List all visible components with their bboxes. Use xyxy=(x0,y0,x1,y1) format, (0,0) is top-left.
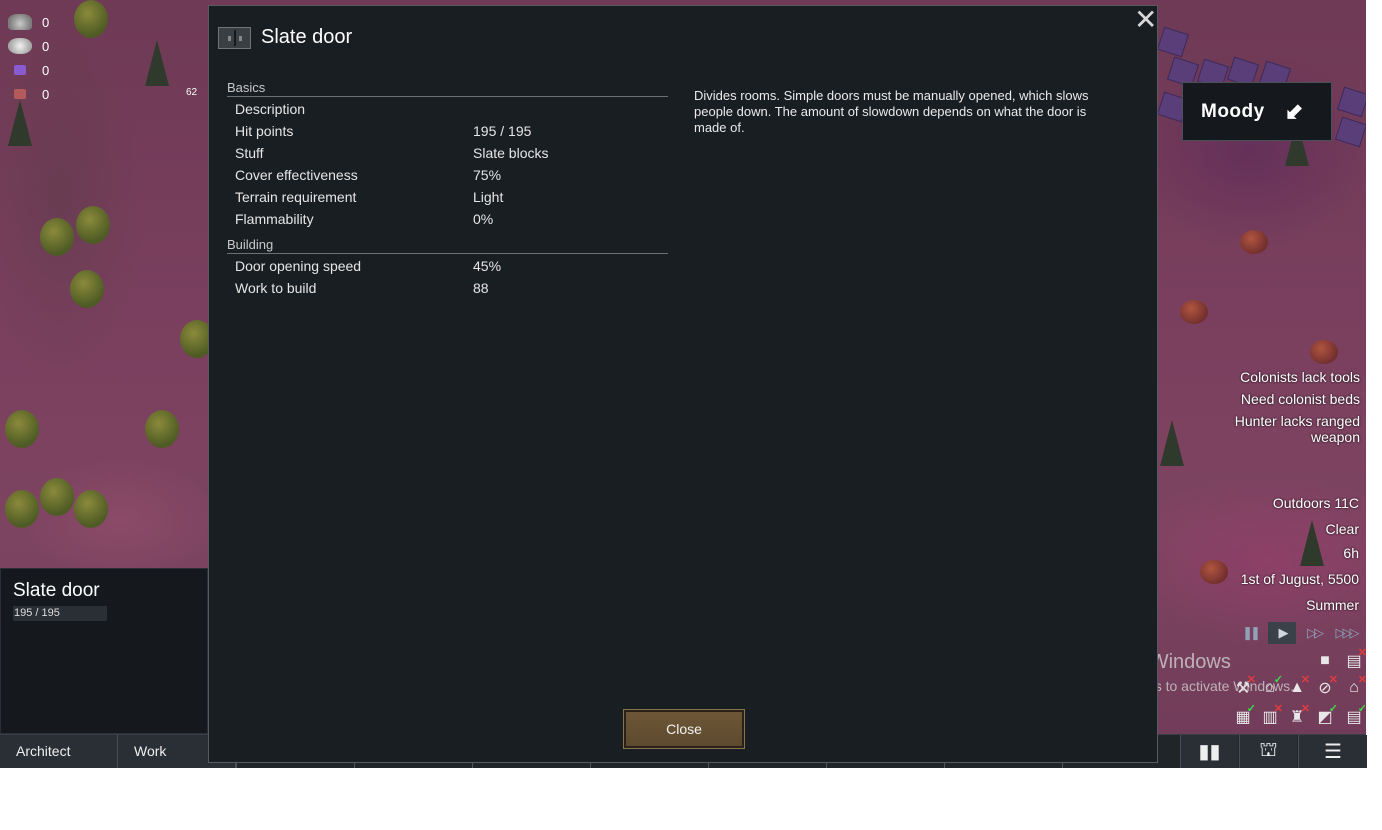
stat-value: 75% xyxy=(473,167,502,183)
tab-architect[interactable]: Architect xyxy=(0,735,118,768)
bush xyxy=(70,270,104,308)
stat-row[interactable]: Hit points 195 / 195 xyxy=(235,120,655,142)
rock xyxy=(1156,26,1190,58)
inspect-hp-bar: 195 / 195 xyxy=(13,606,107,621)
stat-row[interactable]: Work to build 88 xyxy=(235,277,655,299)
mood-indicator[interactable]: Moody ⬋ xyxy=(1182,82,1332,141)
stat-row[interactable]: Cover effectiveness 75% xyxy=(235,164,655,186)
stat-label: Description xyxy=(235,101,306,117)
bush xyxy=(145,410,179,448)
close-button[interactable]: Close xyxy=(623,709,745,749)
rock xyxy=(1334,116,1366,148)
checklist-icon[interactable]: ▤ ✓ xyxy=(1343,703,1367,728)
superfast-speed-button[interactable]: ▷▷▷ xyxy=(1332,622,1360,644)
stat-row[interactable]: Description xyxy=(235,98,655,120)
fast-speed-button[interactable]: ▷▷ xyxy=(1300,622,1328,644)
resource-count: 0 xyxy=(42,14,50,30)
red-resource-icon xyxy=(14,89,26,99)
description-text: Divides rooms. Simple doors must be manu… xyxy=(694,88,1089,135)
alert-hunter-weapon[interactable]: Hunter lacks ranged weapon xyxy=(1220,413,1360,445)
tree xyxy=(1160,420,1184,466)
alert-lack-tools[interactable]: Colonists lack tools xyxy=(1240,369,1360,385)
resource-count: 0 xyxy=(42,38,50,54)
info-dialog: Slate door ✕ Basics Description Hit poin… xyxy=(208,5,1158,763)
stat-label: Hit points xyxy=(235,123,294,139)
beauty-icon[interactable]: ♜ ✕ xyxy=(1286,703,1310,728)
stat-label: Door opening speed xyxy=(235,258,362,274)
map-count-label: 62 xyxy=(186,87,198,98)
stat-label: Work to build xyxy=(235,280,317,296)
season-readout: Summer xyxy=(1306,597,1359,613)
resource-silver[interactable]: 0 xyxy=(8,34,49,58)
stat-row[interactable]: Terrain requirement Light xyxy=(235,186,655,208)
book-icon[interactable]: ▮▮ xyxy=(1180,735,1238,768)
date-readout: 1st of Jugust, 5500 xyxy=(1240,571,1359,587)
stat-value: 88 xyxy=(473,280,489,296)
no-circle-icon[interactable]: ⊘ ✕ xyxy=(1314,674,1338,699)
tree xyxy=(8,100,32,146)
alert-need-beds[interactable]: Need colonist beds xyxy=(1241,391,1360,407)
stat-value: 195 / 195 xyxy=(473,123,532,139)
close-icon[interactable]: ✕ xyxy=(1134,6,1157,34)
stat-value: Light xyxy=(473,189,504,205)
bush xyxy=(1200,560,1228,584)
bush xyxy=(5,410,39,448)
resource-count: 0 xyxy=(42,86,50,102)
bush xyxy=(1180,300,1208,324)
camera-icon[interactable]: ■ xyxy=(1314,650,1336,672)
auto-rebuild-icon[interactable]: ◩ ✓ xyxy=(1314,703,1338,728)
section-header-basics: Basics xyxy=(227,80,668,97)
bush xyxy=(1310,340,1338,364)
stat-label: Cover effectiveness xyxy=(235,167,358,183)
stat-label: Flammability xyxy=(235,211,314,227)
resource-readout: 0 0 0 0 xyxy=(8,10,49,106)
arrow-down-left-icon: ⬋ xyxy=(1284,98,1304,124)
temperature-readout: Outdoors 11C xyxy=(1272,495,1359,511)
resource-count: 0 xyxy=(42,62,50,78)
bush xyxy=(74,0,108,38)
silver-icon xyxy=(8,38,32,54)
stat-value: 45% xyxy=(473,258,502,274)
stat-row[interactable]: Door opening speed 45% xyxy=(235,255,655,277)
bush xyxy=(1240,230,1268,254)
stat-row[interactable]: Flammability 0% xyxy=(235,208,655,230)
rock xyxy=(1336,86,1366,118)
door-icon xyxy=(218,27,251,49)
speed-controls: ❚❚ ▶ ▷▷ ▷▷▷ xyxy=(1236,622,1360,644)
stat-value: 0% xyxy=(473,211,494,227)
resource-steel[interactable]: 0 xyxy=(8,10,49,34)
tree xyxy=(1300,520,1324,566)
inspect-pane: Slate door 195 / 195 xyxy=(0,568,208,734)
bush xyxy=(74,490,108,528)
section-header-building: Building xyxy=(227,237,668,254)
resource-purple[interactable]: 0 xyxy=(8,58,49,82)
inspect-title: Slate door xyxy=(13,580,100,601)
purple-resource-icon xyxy=(14,65,26,75)
weather-readout: Clear xyxy=(1325,521,1359,537)
bush xyxy=(40,218,74,256)
menu-icon[interactable]: ☰ xyxy=(1298,735,1367,768)
zone-grid-icon[interactable]: ▦ ✓ xyxy=(1232,703,1256,728)
normal-speed-button[interactable]: ▶ xyxy=(1268,622,1296,644)
factions-icon[interactable]: ⛫ xyxy=(1239,735,1297,768)
stat-value: Slate blocks xyxy=(473,145,549,161)
dialog-title: Slate door xyxy=(261,26,353,48)
house-icon[interactable]: ⌂ ✕ xyxy=(1343,674,1367,699)
hour-readout: 6h xyxy=(1343,545,1359,561)
stat-label: Terrain requirement xyxy=(235,189,357,205)
bar-chart-icon[interactable]: ▥ ✕ xyxy=(1259,703,1283,728)
stat-row[interactable]: Stuff Slate blocks xyxy=(235,142,655,164)
stat-label: Stuff xyxy=(235,145,264,161)
tree xyxy=(145,40,169,86)
steel-icon xyxy=(8,14,32,30)
list-toggle-icon[interactable]: ▤ ✕ xyxy=(1343,647,1367,672)
mood-label: Moody xyxy=(1201,100,1265,122)
bush xyxy=(5,490,39,528)
pause-button[interactable]: ❚❚ xyxy=(1236,622,1264,644)
bush xyxy=(40,478,74,516)
bush xyxy=(76,206,110,244)
resource-red[interactable]: 0 xyxy=(8,82,49,106)
